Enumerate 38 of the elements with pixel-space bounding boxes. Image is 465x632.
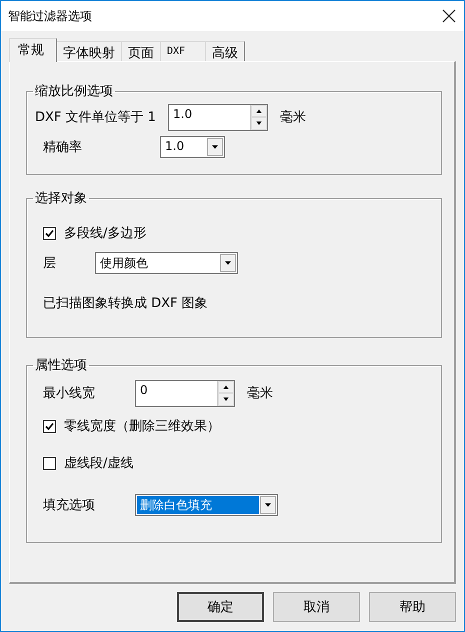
dialog-button[interactable]: 帮助 <box>369 592 456 622</box>
info-text: 已扫描图象转换成 DXF 图象 <box>43 295 208 312</box>
field-label: 精确率 <box>43 139 83 156</box>
group-title: 选择对象 <box>34 190 88 207</box>
close-icon[interactable] <box>442 9 456 23</box>
spin-down-icon[interactable] <box>218 393 234 406</box>
field-label: 最小线宽 <box>43 385 96 402</box>
spin-up-icon[interactable] <box>251 104 267 117</box>
dropdown[interactable]: 使用颜色 <box>95 252 238 274</box>
spin-up-icon[interactable] <box>218 380 234 393</box>
group-title: 缩放比例选项 <box>34 83 114 100</box>
tab[interactable]: 字体映射 <box>56 41 122 61</box>
spin-down-icon[interactable] <box>251 117 267 130</box>
checkmark-icon <box>44 420 55 432</box>
combo-value: 1.0 <box>164 138 186 155</box>
window-title: 智能过滤器选项 <box>8 8 92 24</box>
dialog-button[interactable]: 确定 <box>177 592 264 622</box>
tab[interactable]: DXF <box>160 41 206 61</box>
dropdown[interactable]: 删除白色填充 <box>135 494 278 516</box>
group-title: 属性选项 <box>34 357 88 374</box>
checkmark-icon <box>44 228 55 238</box>
spin-field[interactable]: 0 <box>135 380 235 406</box>
unit-label: 毫米 <box>247 385 273 402</box>
field-label: 填充选项 <box>43 497 96 514</box>
tab[interactable]: 常规 <box>9 38 57 62</box>
unit-label: 毫米 <box>280 109 306 126</box>
tab[interactable]: 高级 <box>205 41 246 61</box>
combo-value: 删除白色填充 <box>137 496 259 514</box>
field-label: 层 <box>43 255 57 272</box>
checkbox[interactable]: 零线宽度（删除三维效果） <box>43 417 220 435</box>
combo-value: 使用颜色 <box>99 255 149 272</box>
dropdown[interactable]: 1.0 <box>160 136 225 158</box>
tab[interactable]: 页面 <box>121 41 161 61</box>
dialog-button[interactable]: 取消 <box>273 592 360 622</box>
spin-field[interactable]: 1.0 <box>168 104 268 130</box>
checkbox[interactable]: 多段线/多边形 <box>43 224 146 242</box>
checkbox[interactable]: 虚线段/虚线 <box>43 454 134 472</box>
field-label: DXF 文件单位等于 1 <box>35 109 157 126</box>
